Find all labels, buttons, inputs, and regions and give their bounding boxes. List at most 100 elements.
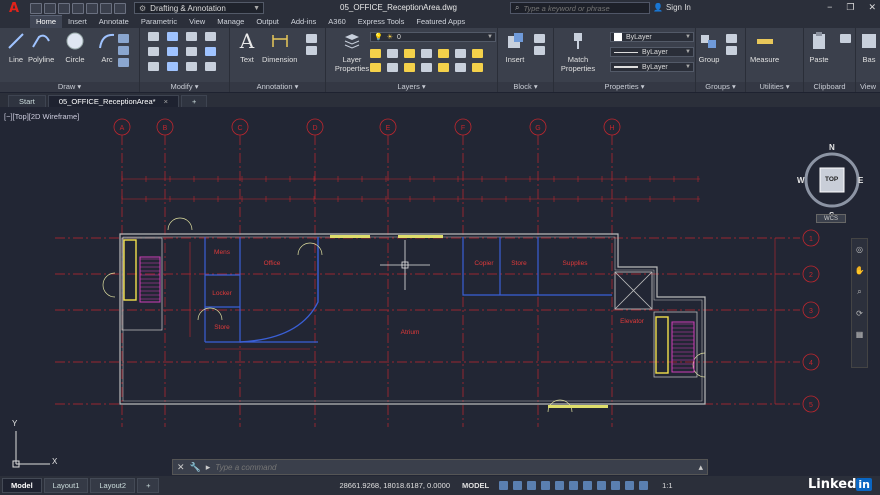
- close-tab-icon[interactable]: ×: [164, 97, 168, 106]
- modify-panel-title[interactable]: Modify ▾: [140, 82, 229, 92]
- layer-dropdown[interactable]: 💡 ☀ 0 ▼: [370, 32, 496, 42]
- wrench-icon[interactable]: 🔧: [190, 462, 201, 473]
- group-button[interactable]: Group: [698, 30, 720, 64]
- object-snap-icon[interactable]: [583, 481, 593, 490]
- block-panel-title[interactable]: Block ▾: [498, 82, 553, 92]
- layer-make-current-icon[interactable]: [438, 49, 449, 58]
- tab-view[interactable]: View: [183, 17, 211, 28]
- new-file-icon[interactable]: [30, 2, 42, 14]
- workspace-dropdown[interactable]: ⚙ Drafting & Annotation ▼: [134, 2, 264, 14]
- insert-block-button[interactable]: Insert: [504, 30, 526, 64]
- close-button[interactable]: ✕: [868, 2, 876, 13]
- mirror-icon[interactable]: [167, 47, 178, 56]
- paste-button[interactable]: Paste: [808, 30, 830, 64]
- tab-output[interactable]: Output: [250, 17, 285, 28]
- compass-north[interactable]: N: [829, 143, 835, 152]
- lineweight-dropdown[interactable]: ByLayer ▼: [610, 62, 694, 72]
- add-layout-button[interactable]: +: [137, 478, 160, 493]
- ellipse-icon[interactable]: [118, 58, 129, 67]
- tab-drawing[interactable]: 05_OFFICE_ReceptionArea* ×: [47, 95, 180, 107]
- drawing-viewport[interactable]: A B C D E F G H 1 2 3 4 5 Mens Office Locker Store Atriu…: [0, 107, 880, 476]
- tab-featured-apps[interactable]: Featured Apps: [410, 17, 471, 28]
- line-button[interactable]: Line: [5, 30, 27, 64]
- print-icon[interactable]: [86, 2, 98, 14]
- color-dropdown[interactable]: ByLayer ▼: [610, 32, 694, 42]
- save-as-icon[interactable]: [72, 2, 84, 14]
- base-view-button[interactable]: Bas: [858, 30, 880, 64]
- array-icon[interactable]: [186, 62, 197, 71]
- search-input[interactable]: [523, 3, 634, 13]
- tab-annotate[interactable]: Annotate: [93, 17, 135, 28]
- tab-layout1[interactable]: Layout1: [43, 478, 89, 493]
- properties-panel-title[interactable]: Properties ▾: [554, 82, 695, 92]
- compass-west[interactable]: W: [797, 176, 805, 185]
- wcs-menu[interactable]: WCS: [816, 214, 846, 223]
- showmotion-icon[interactable]: ▦: [856, 330, 864, 339]
- annotation-scale[interactable]: 1:1: [662, 481, 672, 490]
- new-tab-button[interactable]: +: [181, 95, 208, 107]
- close-command-icon[interactable]: ✕: [177, 462, 185, 473]
- layer-properties-button[interactable]: Layer Properties: [332, 30, 372, 73]
- transparency-icon[interactable]: [611, 481, 621, 490]
- layers-panel-title[interactable]: Layers ▾: [326, 82, 497, 92]
- tab-layout2[interactable]: Layout2: [90, 478, 136, 493]
- layer-unisolate-icon[interactable]: [387, 63, 398, 72]
- fillet-icon[interactable]: [186, 47, 197, 56]
- viewcube[interactable]: TOP N S E W: [796, 132, 868, 227]
- layer-walk-icon[interactable]: [438, 63, 449, 72]
- copy-clip-icon[interactable]: [840, 34, 851, 43]
- layer-off-icon[interactable]: [370, 49, 381, 58]
- layer-thaw-icon[interactable]: [404, 63, 415, 72]
- tab-a360[interactable]: A360: [322, 17, 352, 28]
- dimension-button[interactable]: Dimension: [262, 30, 297, 64]
- layer-previous-icon[interactable]: [472, 49, 483, 58]
- ortho-icon[interactable]: [527, 481, 537, 490]
- grid-display-icon[interactable]: [499, 481, 509, 490]
- layer-match-icon[interactable]: [455, 49, 466, 58]
- lineweight-icon[interactable]: [597, 481, 607, 490]
- layer-merge-icon[interactable]: [455, 63, 466, 72]
- restore-button[interactable]: ❐: [846, 2, 854, 13]
- rotate-icon[interactable]: [167, 32, 178, 41]
- trim-icon[interactable]: [186, 32, 197, 41]
- redo-icon[interactable]: [114, 2, 126, 14]
- explode-icon[interactable]: [205, 47, 216, 56]
- copy-icon[interactable]: [148, 47, 159, 56]
- text-button[interactable]: A Text: [236, 29, 258, 64]
- model-space-toggle[interactable]: MODEL: [462, 481, 489, 490]
- arc-button[interactable]: Arc: [96, 30, 118, 64]
- isodraft-icon[interactable]: [555, 481, 565, 490]
- table-icon[interactable]: [306, 46, 317, 55]
- layer-delete-icon[interactable]: [472, 63, 483, 72]
- create-block-icon[interactable]: [534, 34, 545, 43]
- undo-icon[interactable]: [100, 2, 112, 14]
- object-snap-tracking-icon[interactable]: [569, 481, 579, 490]
- tab-start[interactable]: Start: [8, 95, 46, 107]
- layer-lock-icon[interactable]: [421, 49, 432, 58]
- match-properties-button[interactable]: Match Properties: [558, 30, 598, 73]
- tab-express-tools[interactable]: Express Tools: [352, 17, 411, 28]
- coordinates-readout[interactable]: 28661.9268, 18018.6187, 0.0000: [339, 481, 450, 490]
- scale-icon[interactable]: [167, 62, 178, 71]
- erase-icon[interactable]: [205, 32, 216, 41]
- ungroup-icon[interactable]: [726, 34, 737, 43]
- hatch-icon[interactable]: [118, 46, 129, 55]
- layer-isolate-icon[interactable]: [387, 49, 398, 58]
- move-icon[interactable]: [148, 32, 159, 41]
- edit-block-icon[interactable]: [534, 46, 545, 55]
- layer-on-icon[interactable]: [370, 63, 381, 72]
- viewcube-top-face[interactable]: TOP: [825, 176, 838, 183]
- open-file-icon[interactable]: [44, 2, 56, 14]
- pan-icon[interactable]: ✋: [855, 266, 865, 275]
- leader-icon[interactable]: [306, 34, 317, 43]
- command-prompt-icon[interactable]: ▸: [206, 462, 211, 473]
- layer-freeze-icon[interactable]: [404, 49, 415, 58]
- draw-panel-title[interactable]: Draw ▾: [0, 82, 139, 92]
- command-input[interactable]: [215, 462, 694, 472]
- offset-icon[interactable]: [205, 62, 216, 71]
- autocad-logo[interactable]: A: [0, 0, 28, 16]
- circle-button[interactable]: Circle: [64, 30, 86, 64]
- polyline-button[interactable]: Polyline: [28, 30, 54, 64]
- minimize-button[interactable]: −: [827, 2, 832, 13]
- tab-manage[interactable]: Manage: [211, 17, 250, 28]
